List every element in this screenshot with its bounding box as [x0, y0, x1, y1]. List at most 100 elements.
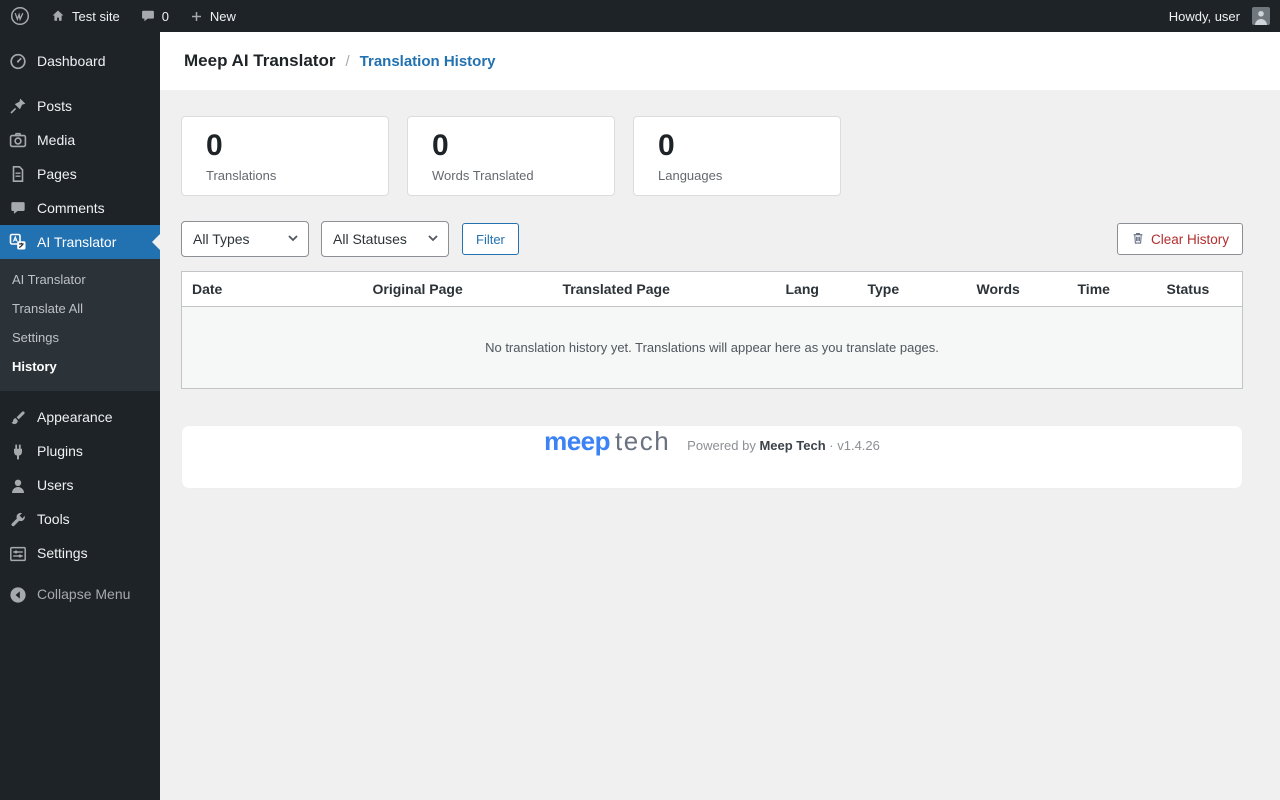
- column-header-status[interactable]: Status: [1156, 271, 1243, 307]
- ai-translator-submenu: AI Translator Translate All Settings His…: [0, 259, 160, 391]
- version-label: · v1.4.26: [829, 438, 880, 453]
- comments-menu[interactable]: 0: [130, 0, 179, 32]
- stat-card-languages: 0 Languages: [633, 116, 841, 196]
- empty-state-message: No translation history yet. Translations…: [181, 306, 1243, 389]
- tools-icon: [8, 510, 28, 530]
- type-filter-select[interactable]: All Types: [181, 221, 309, 257]
- stat-card-words-translated: 0 Words Translated: [407, 116, 615, 196]
- submenu-item-translate-all[interactable]: Translate All: [0, 295, 160, 324]
- stat-value: 0: [432, 129, 449, 162]
- sidebar-item-label: Plugins: [37, 443, 83, 460]
- sidebar-item-comments[interactable]: Comments: [0, 191, 160, 225]
- status-filter-select[interactable]: All Statuses: [321, 221, 449, 257]
- admin-bar-left: Test site 0 New: [0, 0, 246, 32]
- home-icon: [50, 8, 66, 24]
- plugins-icon: [8, 442, 28, 462]
- table-header-row: Date Original Page Translated Page Lang …: [181, 271, 1243, 307]
- filter-button[interactable]: Filter: [462, 223, 519, 255]
- wordpress-logo-icon: [10, 6, 30, 26]
- menu-separator: [0, 391, 160, 401]
- empty-state-row: No translation history yet. Translations…: [181, 306, 1243, 389]
- sidebar-item-label: Settings: [37, 545, 88, 562]
- powered-brand-link[interactable]: Meep Tech: [759, 438, 825, 453]
- filter-row: All Types All Statuses Filter Clear Hist…: [181, 221, 1243, 257]
- clear-history-label: Clear History: [1150, 231, 1229, 247]
- stat-label: Translations: [206, 168, 277, 183]
- ai-translator-icon: [8, 232, 28, 252]
- meep-logo-text: meep: [544, 426, 611, 456]
- collapse-menu-button[interactable]: Collapse Menu: [0, 578, 160, 612]
- avatar: [1252, 7, 1270, 25]
- clear-history-button[interactable]: Clear History: [1116, 223, 1243, 255]
- column-header-date[interactable]: Date: [181, 271, 363, 307]
- column-header-original-page[interactable]: Original Page: [362, 271, 553, 307]
- history-table: Date Original Page Translated Page Lang …: [181, 271, 1243, 389]
- tech-logo-text: tech: [615, 426, 671, 456]
- appearance-icon: [8, 408, 28, 428]
- stat-value: 0: [658, 129, 675, 162]
- menu-separator: [0, 78, 160, 89]
- sidebar-item-media[interactable]: Media: [0, 123, 160, 157]
- howdy-menu[interactable]: Howdy, user: [1159, 0, 1280, 32]
- comments-bubble-icon: [140, 8, 156, 24]
- site-name-label: Test site: [72, 8, 120, 24]
- media-icon: [8, 130, 28, 150]
- breadcrumb: Meep AI Translator / Translation History: [160, 32, 1280, 90]
- main-content: Meep AI Translator / Translation History…: [160, 0, 1280, 489]
- new-button[interactable]: New: [179, 0, 246, 32]
- wordpress-logo-button[interactable]: [0, 0, 40, 32]
- submenu-item-ai-translator[interactable]: AI Translator: [0, 266, 160, 295]
- submenu-item-settings[interactable]: Settings: [0, 324, 160, 353]
- column-header-translated-page[interactable]: Translated Page: [552, 271, 776, 307]
- trash-icon: [1131, 231, 1145, 248]
- column-header-type[interactable]: Type: [857, 271, 967, 307]
- sidebar-item-label: Posts: [37, 97, 73, 114]
- breadcrumb-current-link[interactable]: Translation History: [360, 53, 496, 70]
- plus-icon: [189, 9, 204, 24]
- powered-by-text: Powered by Meep Tech · v1.4.26: [687, 438, 880, 453]
- stat-value: 0: [206, 129, 223, 162]
- sidebar-item-pages[interactable]: Pages: [0, 157, 160, 191]
- stat-label: Languages: [658, 168, 723, 183]
- breadcrumb-separator: /: [345, 52, 350, 70]
- sidebar-item-label: Collapse Menu: [37, 586, 131, 603]
- site-name-link[interactable]: Test site: [40, 0, 130, 32]
- comments-icon: [8, 198, 28, 218]
- admin-bar-right: Howdy, user: [1159, 0, 1280, 32]
- sidebar-item-appearance[interactable]: Appearance: [0, 401, 160, 435]
- sidebar-item-tools[interactable]: Tools: [0, 503, 160, 537]
- submenu-item-history[interactable]: History: [0, 353, 160, 382]
- stat-card-translations: 0 Translations: [181, 116, 389, 196]
- comments-count: 0: [161, 8, 169, 24]
- sidebar-item-posts[interactable]: Posts: [0, 89, 160, 123]
- collapse-icon: [8, 585, 28, 605]
- column-header-words[interactable]: Words: [966, 271, 1068, 307]
- chevron-down-icon: [287, 231, 299, 247]
- sidebar-item-ai-translator[interactable]: AI Translator: [0, 225, 160, 259]
- stats-row: 0 Translations 0 Words Translated 0 Lang…: [181, 116, 1243, 196]
- sidebar-item-label: Comments: [37, 199, 105, 216]
- sidebar-item-label: AI Translator: [37, 233, 117, 250]
- users-icon: [8, 476, 28, 496]
- column-header-lang[interactable]: Lang: [775, 271, 858, 307]
- column-header-time[interactable]: Time: [1067, 271, 1157, 307]
- sidebar-item-dashboard[interactable]: Dashboard: [0, 44, 160, 78]
- sidebar-item-label: Pages: [37, 165, 77, 182]
- powered-prefix: Powered by: [687, 438, 756, 453]
- settings-icon: [8, 544, 28, 564]
- sidebar-item-label: Appearance: [37, 409, 113, 426]
- sidebar: Dashboard Posts Media Pages Comments AI …: [0, 32, 160, 800]
- sidebar-item-label: Dashboard: [37, 52, 106, 69]
- plugin-footer: meep tech Powered by Meep Tech · v1.4.26: [181, 425, 1243, 489]
- history-page: 0 Translations 0 Words Translated 0 Lang…: [160, 90, 1280, 489]
- stat-label: Words Translated: [432, 168, 534, 183]
- type-filter-value: All Types: [193, 231, 250, 247]
- dashboard-icon: [8, 51, 28, 71]
- sidebar-item-label: Users: [37, 477, 74, 494]
- sidebar-item-users[interactable]: Users: [0, 469, 160, 503]
- chevron-down-icon: [427, 231, 439, 247]
- sidebar-item-settings[interactable]: Settings: [0, 537, 160, 571]
- posts-icon: [8, 96, 28, 116]
- sidebar-item-plugins[interactable]: Plugins: [0, 435, 160, 469]
- status-filter-value: All Statuses: [333, 231, 407, 247]
